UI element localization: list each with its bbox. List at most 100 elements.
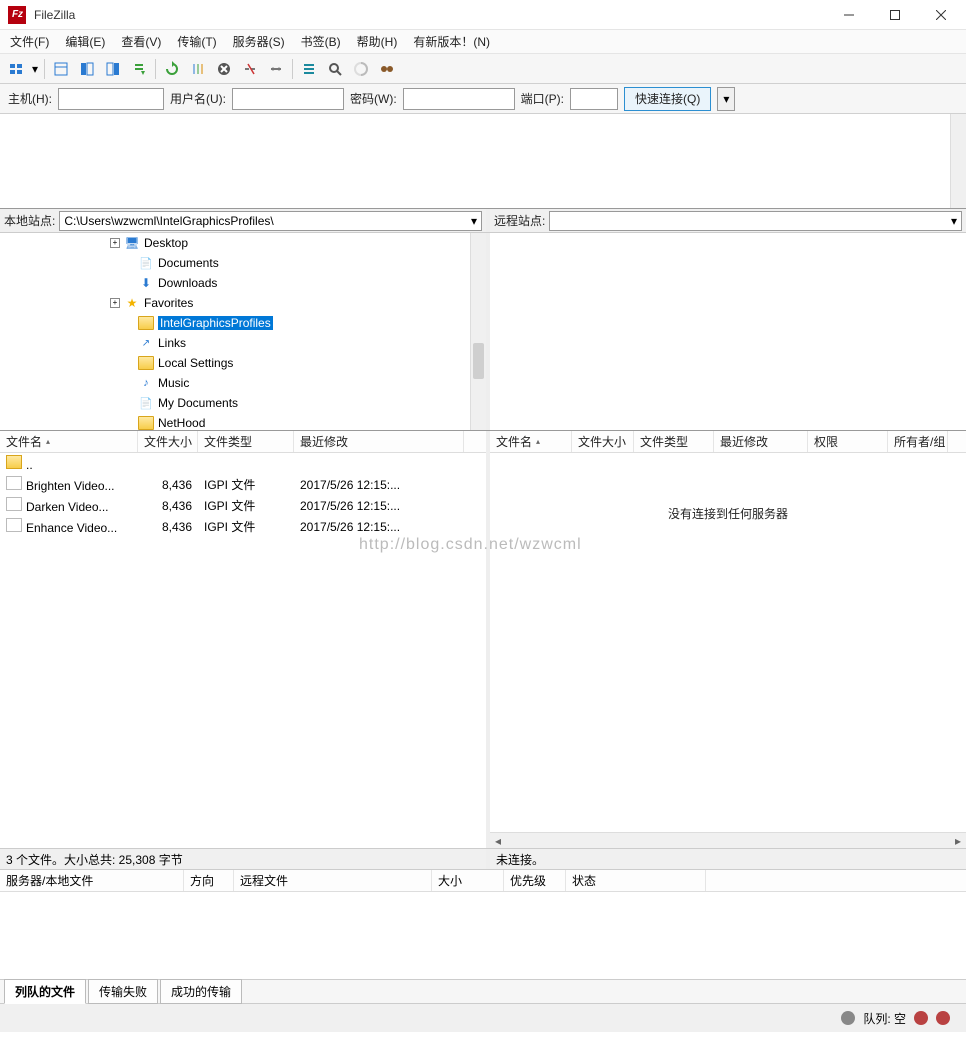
remote-tree[interactable] bbox=[490, 233, 966, 430]
column-header[interactable]: 文件名▴ bbox=[490, 431, 572, 452]
column-header[interactable]: 方向 bbox=[184, 870, 234, 891]
local-list[interactable]: 文件名▴文件大小文件类型最近修改 ..Brighten Video...8,43… bbox=[0, 431, 490, 848]
column-header[interactable]: 最近修改 bbox=[294, 431, 464, 452]
minimize-button[interactable] bbox=[826, 0, 872, 30]
folder-up-icon bbox=[6, 455, 22, 469]
sitemanager-dropdown[interactable]: ▾ bbox=[30, 57, 40, 81]
window-title: FileZilla bbox=[34, 8, 75, 22]
toggle-log-button[interactable] bbox=[49, 57, 73, 81]
tree-item[interactable]: Links bbox=[0, 333, 486, 353]
queue-body[interactable] bbox=[0, 892, 966, 979]
column-header[interactable]: 远程文件 bbox=[234, 870, 432, 891]
column-header[interactable]: 所有者/组 bbox=[888, 431, 948, 452]
titlebar: Fz FileZilla bbox=[0, 0, 966, 30]
disconnect-button[interactable] bbox=[238, 57, 262, 81]
menu-edit[interactable]: 编辑(E) bbox=[59, 31, 111, 52]
menu-file[interactable]: 文件(F) bbox=[4, 31, 55, 52]
column-header[interactable]: 优先级 bbox=[504, 870, 566, 891]
menu-help[interactable]: 帮助(H) bbox=[351, 31, 404, 52]
search-button[interactable] bbox=[323, 57, 347, 81]
tree-item[interactable]: NetHood bbox=[0, 413, 486, 430]
tree-item[interactable]: Downloads bbox=[0, 273, 486, 293]
queue-status-label: 队列: 空 bbox=[863, 1010, 906, 1027]
log-pane[interactable] bbox=[0, 114, 966, 209]
column-header[interactable]: 状态 bbox=[566, 870, 706, 891]
column-header[interactable]: 权限 bbox=[808, 431, 888, 452]
column-header[interactable]: 文件大小 bbox=[138, 431, 198, 452]
column-header[interactable]: 服务器/本地文件 bbox=[0, 870, 184, 891]
tree-item[interactable]: IntelGraphicsProfiles bbox=[0, 313, 486, 333]
trees-row: +DesktopDocuments Downloads + Favorites Inte… bbox=[0, 233, 966, 431]
toggle-localtree-button[interactable] bbox=[75, 57, 99, 81]
menu-server[interactable]: 服务器(S) bbox=[227, 31, 291, 52]
statusbar: 队列: 空 bbox=[0, 1004, 966, 1032]
list-row[interactable]: Darken Video...8,436IGPI 文件2017/5/26 12:… bbox=[0, 495, 486, 516]
list-row[interactable]: Brighten Video...8,436IGPI 文件2017/5/26 1… bbox=[0, 474, 486, 495]
local-path-combo[interactable]: C:\Users\wzwcml\IntelGraphicsProfiles\ ▾ bbox=[59, 211, 482, 231]
sync-browse-button[interactable] bbox=[375, 57, 399, 81]
desktop-icon bbox=[124, 236, 140, 250]
port-input[interactable] bbox=[570, 88, 618, 110]
local-tree[interactable]: +DesktopDocuments Downloads + Favorites Inte… bbox=[0, 233, 490, 430]
path-row: 本地站点: C:\Users\wzwcml\IntelGraphicsProfi… bbox=[0, 209, 966, 233]
pass-input[interactable] bbox=[403, 88, 515, 110]
menu-transfer[interactable]: 传输(T) bbox=[171, 31, 222, 52]
fav-icon bbox=[124, 296, 140, 310]
remote-hscrollbar[interactable]: ◂▸ bbox=[490, 832, 966, 848]
queue-tab-queued[interactable]: 列队的文件 bbox=[4, 979, 86, 1004]
list-row[interactable]: .. bbox=[0, 453, 486, 474]
process-queue-button[interactable] bbox=[186, 57, 210, 81]
quickconnect-bar: 主机(H): 用户名(U): 密码(W): 端口(P): 快速连接(Q) ▾ bbox=[0, 84, 966, 114]
tree-item-label: Favorites bbox=[144, 296, 193, 310]
compare-button[interactable] bbox=[349, 57, 373, 81]
list-row[interactable]: Enhance Video...8,436IGPI 文件2017/5/26 12… bbox=[0, 516, 486, 537]
close-button[interactable] bbox=[918, 0, 964, 30]
quickconnect-history-dropdown[interactable]: ▾ bbox=[717, 87, 735, 111]
host-label: 主机(H): bbox=[8, 90, 52, 107]
refresh-button[interactable] bbox=[160, 57, 184, 81]
toggle-remotetree-button[interactable] bbox=[101, 57, 125, 81]
queue-tab-failed[interactable]: 传输失败 bbox=[88, 979, 158, 1004]
quickconnect-button[interactable]: 快速连接(Q) bbox=[624, 87, 711, 111]
tree-item-label: Downloads bbox=[158, 276, 217, 290]
menu-bookmarks[interactable]: 书签(B) bbox=[295, 31, 347, 52]
status-indicator-2-icon bbox=[936, 1011, 950, 1025]
host-input[interactable] bbox=[58, 88, 164, 110]
filter-button[interactable] bbox=[297, 57, 321, 81]
tree-item[interactable]: Music bbox=[0, 373, 486, 393]
remote-path-combo[interactable]: ▾ bbox=[549, 211, 962, 231]
column-header[interactable]: 文件类型 bbox=[634, 431, 714, 452]
user-label: 用户名(U): bbox=[170, 90, 226, 107]
expander-icon[interactable]: + bbox=[110, 298, 120, 308]
menu-view[interactable]: 查看(V) bbox=[115, 31, 167, 52]
tree-item-label: Local Settings bbox=[158, 356, 233, 370]
queue-tab-success[interactable]: 成功的传输 bbox=[160, 979, 242, 1004]
column-header[interactable]: 最近修改 bbox=[714, 431, 808, 452]
doc-icon bbox=[138, 256, 154, 270]
user-input[interactable] bbox=[232, 88, 344, 110]
cancel-button[interactable] bbox=[212, 57, 236, 81]
reconnect-button[interactable] bbox=[264, 57, 288, 81]
remote-list[interactable]: 文件名▴文件大小文件类型最近修改权限所有者/组 没有连接到任何服务器 ◂▸ bbox=[490, 431, 966, 848]
queue-tabs: 列队的文件 传输失败 成功的传输 bbox=[0, 980, 966, 1004]
maximize-button[interactable] bbox=[872, 0, 918, 30]
tree-item[interactable]: Documents bbox=[0, 253, 486, 273]
column-header[interactable]: 文件大小 bbox=[572, 431, 634, 452]
sitemanager-button[interactable] bbox=[4, 57, 28, 81]
tree-item[interactable]: My Documents bbox=[0, 393, 486, 413]
tree-item[interactable]: + Favorites bbox=[0, 293, 486, 313]
expander-icon[interactable]: + bbox=[110, 238, 120, 248]
log-scrollbar[interactable] bbox=[950, 114, 966, 208]
remote-list-status: 未连接。 bbox=[490, 849, 966, 869]
local-tree-scrollbar[interactable] bbox=[470, 233, 486, 430]
folder-icon bbox=[138, 316, 154, 330]
column-header[interactable]: 文件类型 bbox=[198, 431, 294, 452]
column-header[interactable]: 大小 bbox=[432, 870, 504, 891]
column-header[interactable]: 文件名▴ bbox=[0, 431, 138, 452]
link-icon bbox=[138, 336, 154, 350]
local-list-status: 3 个文件。大小总共: 25,308 字节 bbox=[0, 849, 490, 869]
menu-newversion[interactable]: 有新版本！(N) bbox=[407, 31, 496, 52]
toggle-queue-button[interactable] bbox=[127, 57, 151, 81]
tree-item[interactable]: +Desktop bbox=[0, 233, 486, 253]
tree-item[interactable]: Local Settings bbox=[0, 353, 486, 373]
